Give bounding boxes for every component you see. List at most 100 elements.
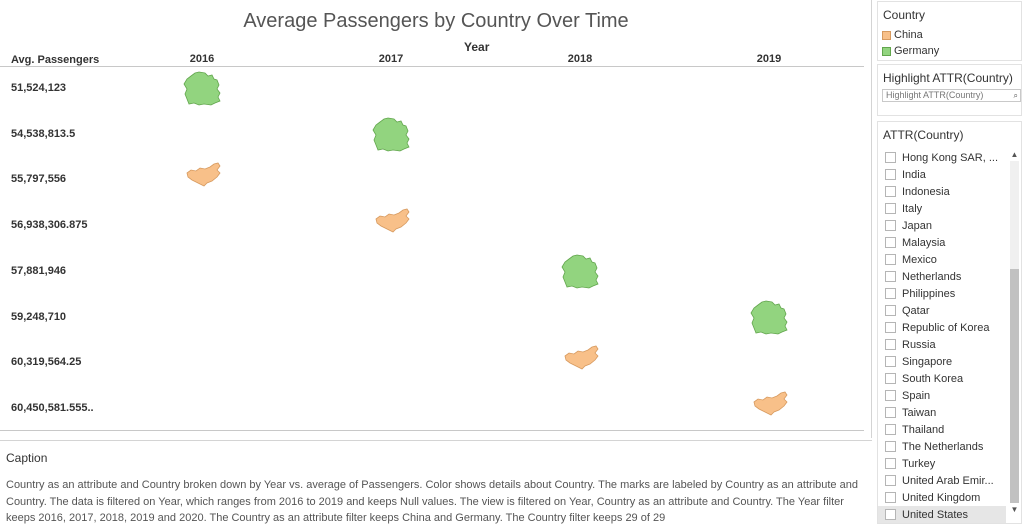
filter-item[interactable]: Hong Kong SAR, ...	[878, 149, 1006, 166]
highlight-placeholder: Highlight ATTR(Country)	[886, 90, 984, 100]
row-value-label: 56,938,306.875	[11, 219, 88, 232]
map-mark-china[interactable]	[182, 161, 222, 199]
filter-item[interactable]: Taiwan	[878, 404, 1006, 421]
filter-item[interactable]: Netherlands	[878, 268, 1006, 285]
map-mark-germany[interactable]	[749, 299, 789, 337]
filter-item-label: Philippines	[902, 287, 956, 300]
column-header-title: Year	[464, 40, 490, 54]
filter-item[interactable]: Russia	[878, 336, 1006, 353]
checkbox[interactable]	[885, 441, 896, 452]
filter-item-label: Republic of Korea	[902, 321, 990, 334]
sidebar: Country China Germany Highlight ATTR(Cou…	[874, 0, 1024, 524]
filter-item[interactable]: Japan	[878, 217, 1006, 234]
scroll-thumb[interactable]	[1010, 269, 1019, 503]
filter-item[interactable]: Italy	[878, 200, 1006, 217]
bottom-divider	[0, 430, 864, 431]
country-filter-card: ATTR(Country) Hong Kong SAR, ... India Ind…	[877, 121, 1022, 524]
filter-item-label: Russia	[902, 338, 936, 351]
legend-item-china[interactable]: China	[878, 27, 1021, 43]
checkbox[interactable]	[885, 203, 896, 214]
checkbox[interactable]	[885, 288, 896, 299]
checkbox[interactable]	[885, 492, 896, 503]
checkbox[interactable]	[885, 152, 896, 163]
filter-item-label: United Arab Emir...	[902, 474, 994, 487]
filter-item-label: Taiwan	[902, 406, 937, 419]
checkbox[interactable]	[885, 373, 896, 384]
filter-item-label: Thailand	[902, 423, 945, 436]
scroll-up-icon[interactable]: ▲	[1008, 149, 1021, 160]
checkbox[interactable]	[885, 424, 896, 435]
row-value-label: 55,797,556	[11, 173, 67, 186]
color-legend: Country China Germany	[877, 1, 1022, 61]
filter-item[interactable]: South Korea	[878, 370, 1006, 387]
filter-item-label: Turkey	[902, 457, 936, 470]
checkbox[interactable]	[885, 509, 896, 520]
filter-item[interactable]: Turkey	[878, 455, 1006, 472]
filter-item[interactable]: Singapore	[878, 353, 1006, 370]
map-mark-china[interactable]	[749, 390, 789, 428]
highlight-search-input[interactable]: Highlight ATTR(Country) ⌕	[882, 89, 1021, 102]
filter-item[interactable]: United States	[878, 506, 1006, 523]
checkbox[interactable]	[885, 271, 896, 282]
year-header: 2017	[378, 53, 404, 65]
checkbox[interactable]	[885, 305, 896, 316]
legend-item-germany[interactable]: Germany	[878, 43, 1021, 59]
checkbox[interactable]	[885, 220, 896, 231]
row-value-label: 59,248,710	[11, 310, 67, 323]
filter-item[interactable]: Malaysia	[878, 234, 1006, 251]
map-mark-germany[interactable]	[182, 70, 222, 108]
filter-item[interactable]: Thailand	[878, 421, 1006, 438]
checkbox[interactable]	[885, 169, 896, 180]
checkbox[interactable]	[885, 186, 896, 197]
row-value-label: 54,538,813.5	[11, 127, 76, 140]
map-mark-china[interactable]	[560, 344, 600, 382]
highlight-title: Highlight ATTR(Country)	[883, 71, 1013, 85]
filter-item-label: Japan	[902, 219, 932, 232]
year-header: 2018	[567, 53, 593, 65]
filter-item-label: Qatar	[902, 304, 930, 317]
checkbox[interactable]	[885, 475, 896, 486]
legend-swatch-germany	[882, 46, 891, 56]
filter-item[interactable]: Republic of Korea	[878, 319, 1006, 336]
filter-item[interactable]: India	[878, 166, 1006, 183]
legend-label: China	[894, 29, 923, 41]
scroll-down-icon[interactable]: ▼	[1008, 504, 1021, 515]
filter-item[interactable]: United Kingdom	[878, 489, 1006, 506]
filter-item-label: Spain	[902, 389, 931, 402]
filter-item-label: Malaysia	[902, 236, 946, 249]
filter-scrollbar[interactable]: ▲ ▼	[1008, 149, 1021, 515]
filter-item[interactable]: Philippines	[878, 285, 1006, 302]
filter-item-label: Hong Kong SAR, ...	[902, 151, 998, 164]
search-icon: ⌕	[1013, 91, 1018, 100]
caption-panel: Caption Country as an attribute and Coun…	[0, 440, 872, 525]
checkbox[interactable]	[885, 237, 896, 248]
filter-item-label: India	[902, 168, 926, 181]
filter-item-label: Italy	[902, 202, 923, 215]
filter-list: Hong Kong SAR, ... India Indonesia Italy Jap…	[878, 149, 1006, 523]
checkbox[interactable]	[885, 322, 896, 333]
filter-item[interactable]: Spain	[878, 387, 1006, 404]
filter-item-label: Netherlands	[902, 270, 962, 283]
filter-item-label: The Netherlands	[902, 440, 984, 453]
filter-item[interactable]: The Netherlands	[878, 438, 1006, 455]
filter-item[interactable]: Qatar	[878, 302, 1006, 319]
year-header: 2019	[756, 53, 782, 65]
filter-item[interactable]: Indonesia	[878, 183, 1006, 200]
checkbox[interactable]	[885, 407, 896, 418]
checkbox[interactable]	[885, 254, 896, 265]
checkbox[interactable]	[885, 458, 896, 469]
row-value-label: 51,524,123	[11, 82, 67, 94]
checkbox[interactable]	[885, 390, 896, 401]
map-mark-germany[interactable]	[560, 253, 600, 291]
row-value-label: 60,319,564.25	[11, 356, 82, 369]
filter-item-label: Singapore	[902, 355, 953, 368]
legend-swatch-china	[882, 30, 891, 40]
checkbox[interactable]	[885, 356, 896, 367]
row-value-label: 57,881,946	[11, 264, 67, 277]
filter-item[interactable]: Mexico	[878, 251, 1006, 268]
checkbox[interactable]	[885, 339, 896, 350]
map-mark-china[interactable]	[371, 207, 411, 245]
filter-item[interactable]: United Arab Emir...	[878, 472, 1006, 489]
map-mark-germany[interactable]	[371, 116, 411, 154]
highlight-card: Highlight ATTR(Country) Highlight ATTR(C…	[877, 64, 1022, 116]
